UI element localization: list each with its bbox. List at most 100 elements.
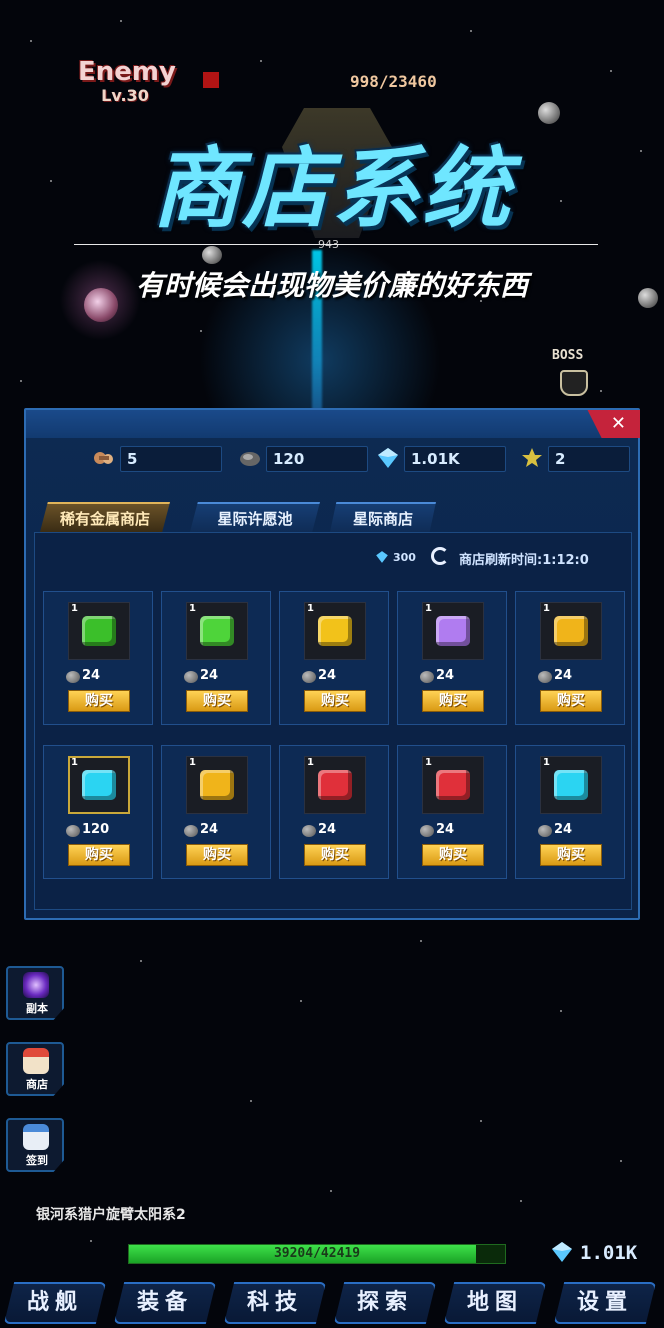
metal-ore-icon [66,825,80,837]
star-dot [140,960,142,962]
shop-item-area: 300 商店刷新时间:1:12:0 1 24 购买 1 24 购买 1 24 购买 1 24 购买 1 2… [34,532,632,910]
buy-button[interactable]: 购买 [186,844,248,866]
enemy-level: Lv.30 [101,86,149,105]
promo-divider [74,244,598,245]
promo-title: 商店系统 [151,137,512,240]
red-cannon-part-icon [436,770,470,800]
star-dot [560,1010,562,1012]
boss-label: BOSS [552,348,584,363]
star-dot [260,60,262,62]
item-cost: 24 [318,668,337,683]
tab-rare-metal-shop[interactable]: 稀有金属商店 [40,502,170,532]
nav-warship[interactable]: 战舰 [4,1282,106,1324]
shop-item-card: 1 24 购买 [279,591,389,725]
buy-button[interactable]: 购买 [68,844,130,866]
side-button-sign-in[interactable]: 签到 [6,1118,64,1172]
panel-header [26,410,638,438]
nav-explore[interactable]: 探索 [334,1282,436,1324]
nav-equipment[interactable]: 装备 [114,1282,216,1324]
side-button-dungeon[interactable]: 副本 [6,966,64,1020]
nav-technology[interactable]: 科技 [224,1282,326,1324]
item-quantity: 1 [425,603,432,614]
item-quantity: 1 [189,757,196,768]
buy-button[interactable]: 购买 [68,690,130,712]
metal-ore-icon [240,452,260,466]
item-quantity: 1 [307,757,314,768]
cyan-armor-block-icon [82,770,116,800]
diamond-icon [376,551,388,563]
refresh-icon[interactable] [431,547,449,565]
star-dot [200,330,202,332]
resource-value: 1.01K [404,446,506,472]
promo-subtitle: 有时候会出现物美价廉的好东西 [135,269,528,302]
shop-icon [23,1048,49,1074]
yellow-capsule-icon [318,616,352,646]
buy-button[interactable]: 购买 [186,690,248,712]
red-ship-part-icon [318,770,352,800]
star-dot [330,1190,332,1192]
item-cost: 24 [318,822,337,837]
boss-icon [560,370,588,396]
buy-button[interactable]: 购买 [422,690,484,712]
vortex-icon [23,972,49,998]
shop-item-card: 1 120 购买 [43,745,153,879]
metal-ore-icon [538,671,552,683]
calendar-icon [23,1124,49,1150]
buy-button[interactable]: 购买 [304,844,366,866]
location-name: 银河系猎户旋臂太阳系2 [36,1207,186,1223]
green-armor-block-icon [200,616,234,646]
item-cost: 24 [554,822,573,837]
item-quantity: 1 [543,603,550,614]
star-dot [600,390,602,392]
side-button-label: 签到 [26,1154,48,1167]
metal-ore-icon [184,671,198,683]
resource-value: 120 [266,446,368,472]
shop-item-card: 1 24 购买 [397,745,507,879]
star-dot [520,1200,522,1202]
metal-ore-icon [420,671,434,683]
refresh-timer: 商店刷新时间:1:12:0 [459,553,589,568]
star-dot [120,20,122,22]
item-cost: 120 [82,822,110,837]
green-spring-part-icon [82,616,116,646]
xp-text: 39204/42419 [273,1246,361,1261]
nav-map[interactable]: 地图 [444,1282,546,1324]
star-dot [30,40,32,42]
tab-wishing-pool[interactable]: 星际许愿池 [190,502,320,532]
shop-panel: ✕ 5 120 1.01K 2 稀有金属商店 星际许愿池 星际商店 300 商店… [24,408,640,920]
enemy-hp-icon [203,72,219,88]
side-button-shop[interactable]: 商店 [6,1042,64,1096]
item-cost: 24 [200,668,219,683]
tab-star-shop[interactable]: 星际商店 [330,502,436,532]
refresh-cost: 300 [393,551,416,564]
metal-ore-icon [302,671,316,683]
star-dot [480,1120,482,1122]
metal-ore-icon [184,825,198,837]
shop-item-card: 1 24 购买 [161,591,271,725]
item-cost: 24 [436,668,455,683]
buy-button[interactable]: 购买 [422,844,484,866]
shop-item-card: 1 24 购买 [515,591,625,725]
item-cost: 24 [554,668,573,683]
shop-item-card: 1 24 购买 [43,591,153,725]
item-quantity: 1 [71,757,78,768]
enemy-name: Enemy [78,57,176,87]
yellow-pen-part-icon [200,770,234,800]
enemy-hp: 998/23460 [350,72,437,91]
shop-item-card: 1 24 购买 [161,745,271,879]
star-dot [20,380,22,382]
metal-ore-icon [420,825,434,837]
buy-button[interactable]: 购买 [540,844,602,866]
resource-value: 2 [548,446,630,472]
buy-button[interactable]: 购买 [304,690,366,712]
star-dot [470,30,472,32]
star-icon [522,448,542,467]
nav-settings[interactable]: 设置 [554,1282,656,1324]
metal-ore-icon [66,671,80,683]
purple-armor-block-icon [436,616,470,646]
shop-item-card: 1 24 购买 [515,745,625,879]
yellow-pen-part-icon [554,616,588,646]
ore-capsule-icon [94,452,113,464]
item-quantity: 1 [307,603,314,614]
buy-button[interactable]: 购买 [540,690,602,712]
